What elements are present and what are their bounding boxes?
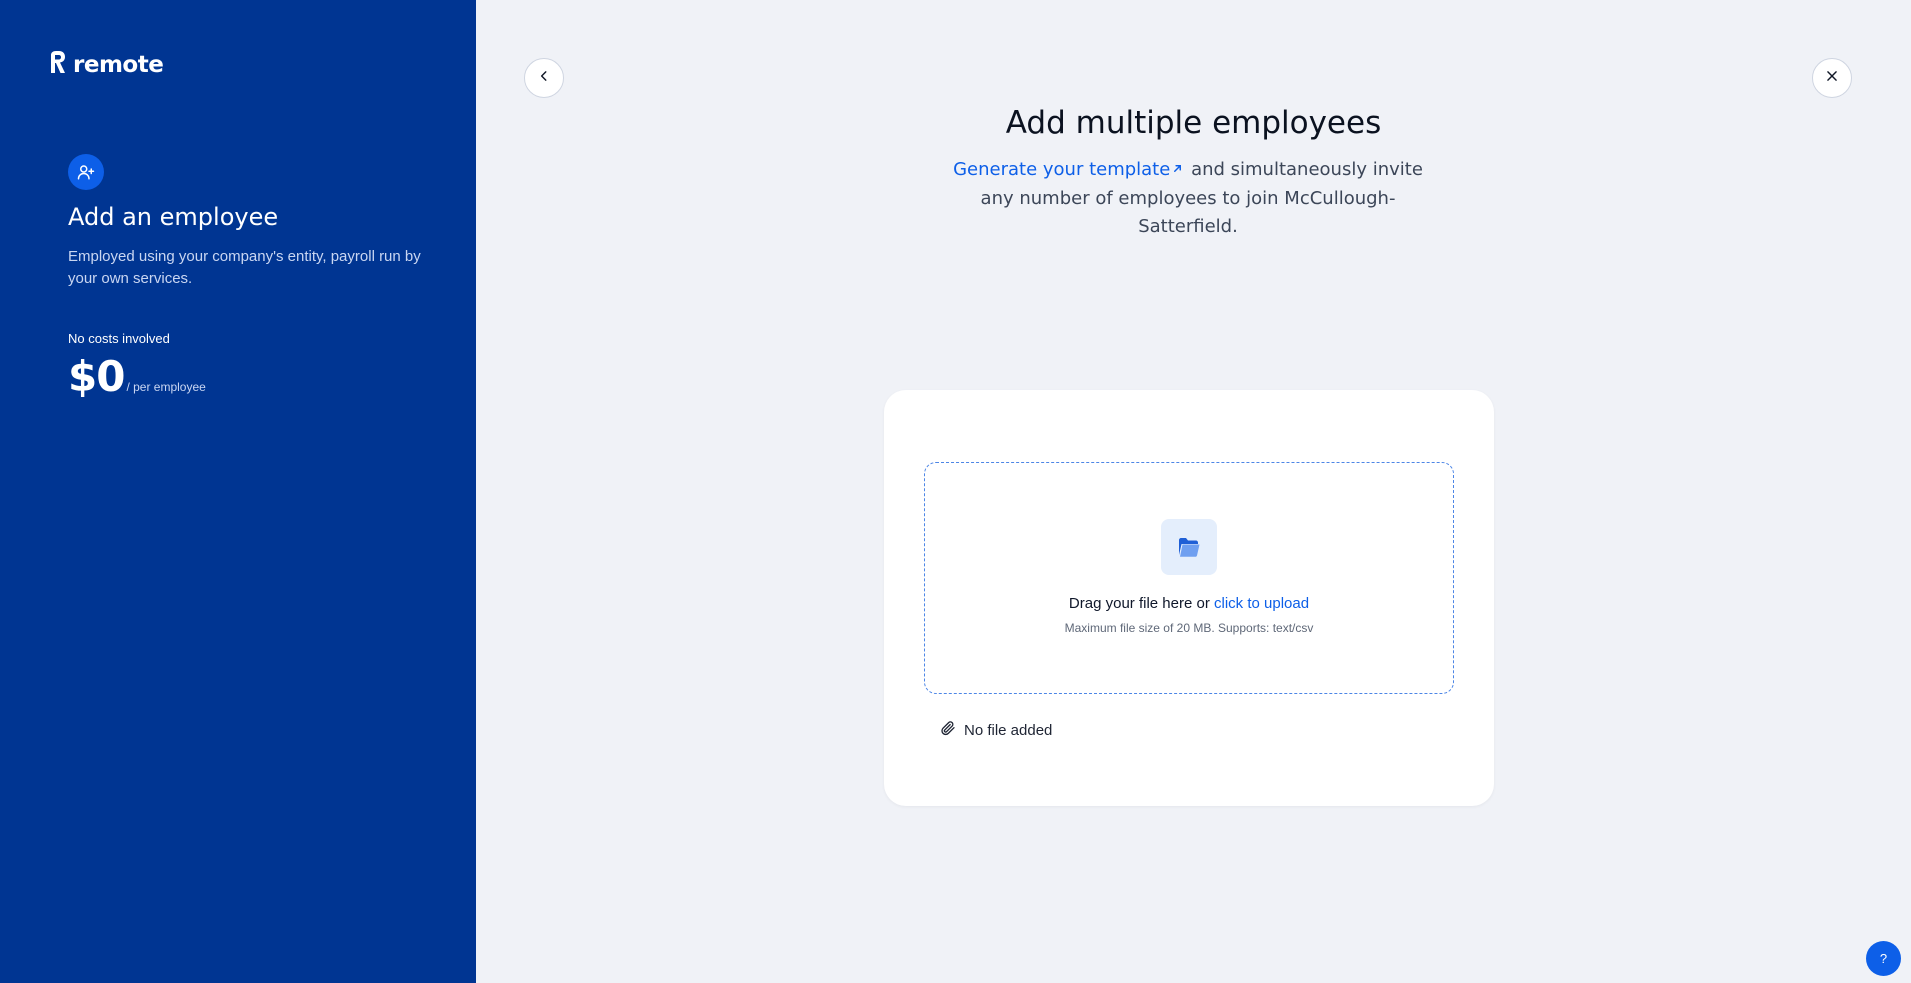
generate-template-label: Generate your template (953, 159, 1171, 180)
user-plus-icon (68, 154, 104, 190)
price-row: $0 / per employee (68, 352, 206, 401)
external-link-icon (1172, 155, 1183, 183)
drop-instruction: Drag your file here or click to upload (925, 595, 1453, 612)
page-subtitle: Generate your template and simultaneousl… (940, 155, 1436, 241)
sidebar: remote Add an employee Employed using yo… (0, 0, 476, 983)
click-to-upload-link[interactable]: click to upload (1214, 595, 1309, 612)
cost-label: No costs involved (68, 331, 170, 346)
logo-text: remote (73, 51, 164, 78)
generate-template-link[interactable]: Generate your template (953, 159, 1191, 180)
price-unit: / per employee (126, 380, 206, 394)
paperclip-icon (940, 720, 956, 740)
sidebar-description: Employed using your company's entity, pa… (68, 248, 421, 287)
help-button[interactable]: ? (1866, 941, 1901, 976)
drag-text: Drag your file here or (1068, 595, 1214, 612)
file-dropzone[interactable]: Drag your file here or click to upload M… (924, 462, 1454, 694)
back-button[interactable] (524, 58, 564, 98)
close-icon (1825, 69, 1839, 88)
upload-card: Drag your file here or click to upload M… (884, 390, 1494, 806)
logo[interactable]: remote (48, 49, 164, 80)
sidebar-title: Add an employee (68, 203, 279, 231)
chevron-left-icon (537, 69, 551, 88)
file-size-hint: Maximum file size of 20 MB. Supports: te… (1064, 621, 1314, 635)
price-value: $0 (68, 352, 125, 401)
page-title: Add multiple employees (1005, 105, 1382, 141)
help-label: ? (1879, 951, 1888, 966)
remote-logo-icon (48, 49, 68, 80)
close-button[interactable] (1812, 58, 1852, 98)
folder-icon (1161, 519, 1217, 575)
file-status-text: No file added (964, 721, 1053, 739)
file-status: No file added (940, 720, 1052, 740)
